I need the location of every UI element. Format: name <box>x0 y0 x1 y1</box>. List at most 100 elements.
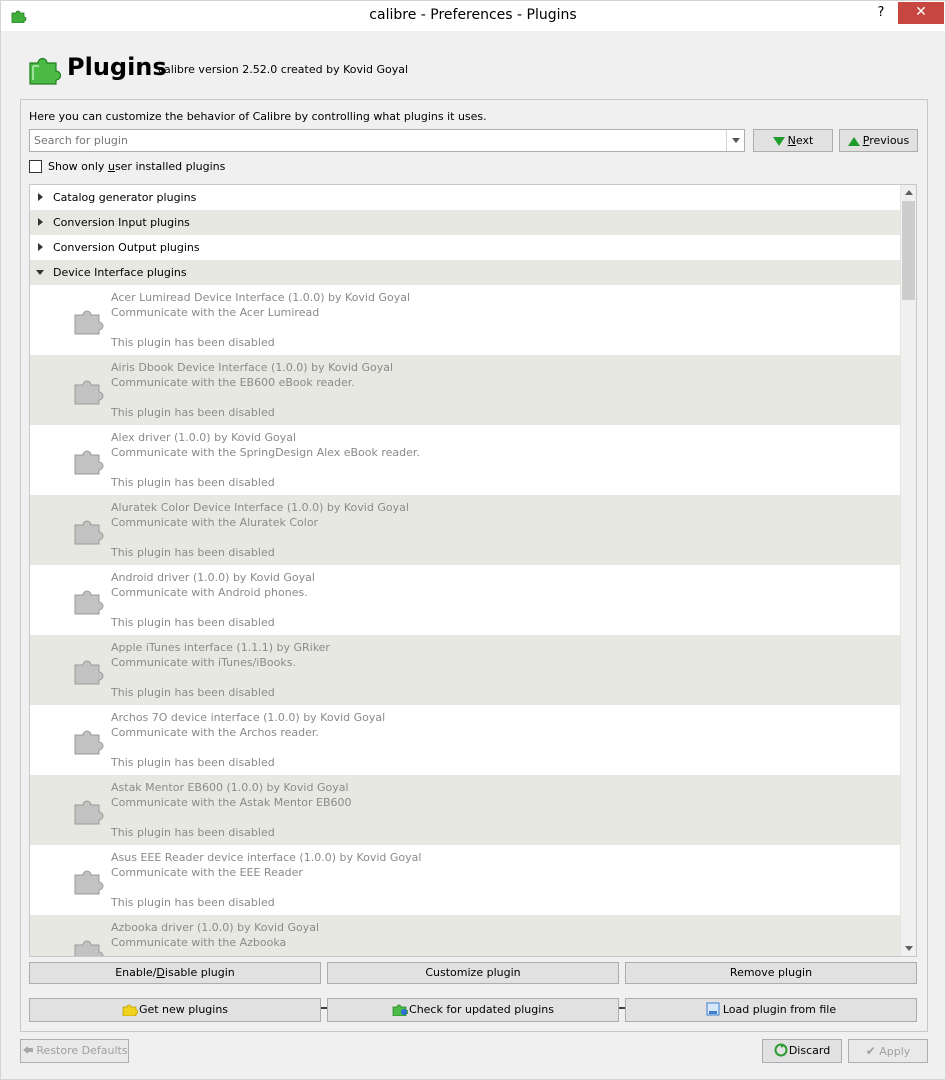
next-label: ext <box>795 134 814 147</box>
plugin-status: This plugin has been disabled <box>111 546 275 559</box>
plugin-description: Communicate with Android phones. <box>111 586 308 599</box>
plugins-panel: Here you can customize the behavior of C… <box>20 99 928 1032</box>
search-dropdown-button[interactable] <box>726 130 744 151</box>
category-conversion-input[interactable]: Conversion Input plugins <box>30 210 902 235</box>
collapse-arrow-icon[interactable] <box>36 270 44 275</box>
plugin-title: Asus EEE Reader device interface (1.0.0)… <box>111 851 422 864</box>
category-label: Conversion Output plugins <box>53 241 200 254</box>
load-file-icon <box>706 1002 720 1016</box>
plugin-title: Astak Mentor EB600 (1.0.0) by Kovid Goya… <box>111 781 349 794</box>
discard-label: Discard <box>788 1044 831 1057</box>
category-label: Device Interface plugins <box>53 266 187 279</box>
window-title: calibre - Preferences - Plugins <box>369 7 577 23</box>
plugin-row[interactable]: Airis Dbook Device Interface (1.0.0) by … <box>30 355 902 425</box>
plugins-tree-list: Catalog generator plugins Conversion Inp… <box>30 185 902 956</box>
restore-arrow-icon <box>23 1046 34 1054</box>
scrollbar-thumb[interactable] <box>902 201 915 300</box>
expand-arrow-icon[interactable] <box>38 218 43 226</box>
category-conversion-output[interactable]: Conversion Output plugins <box>30 235 902 260</box>
filter-label-pre: Show only <box>48 160 108 173</box>
plugin-row[interactable]: Aluratek Color Device Interface (1.0.0) … <box>30 495 902 565</box>
expand-arrow-icon[interactable] <box>38 243 43 251</box>
discard-button[interactable]: Discard <box>762 1039 842 1063</box>
help-button[interactable]: ? <box>867 4 895 24</box>
page-header: Plugins calibre version 2.52.0 created b… <box>28 51 628 87</box>
search-combobox[interactable] <box>29 129 745 152</box>
arrow-down-icon <box>772 136 785 146</box>
customize-plugin-button[interactable]: Customize plugin <box>327 962 619 984</box>
plugin-puzzle-icon <box>74 800 104 825</box>
preferences-window: calibre - Preferences - Plugins ? ✕ Plug… <box>0 0 946 1080</box>
user-installed-checkbox[interactable] <box>29 160 42 173</box>
vertical-scrollbar[interactable] <box>900 185 916 956</box>
plugin-puzzle-icon <box>74 450 104 475</box>
category-label: Catalog generator plugins <box>53 191 197 204</box>
plugin-row[interactable]: Apple iTunes interface (1.1.1) by GRiker… <box>30 635 902 705</box>
plugin-row[interactable]: Astak Mentor EB600 (1.0.0) by Kovid Goya… <box>30 775 902 845</box>
scroll-up-arrow-icon[interactable] <box>901 185 916 200</box>
get-new-plugins-button[interactable]: Get new plugins <box>29 998 321 1022</box>
get-new-label: Get new plugins <box>138 1003 229 1016</box>
plugin-title: Airis Dbook Device Interface (1.0.0) by … <box>111 361 394 374</box>
plugin-status: This plugin has been disabled <box>111 406 275 419</box>
restore-defaults-label: Restore Defaults <box>36 1044 128 1057</box>
customize-label: Customize plugin <box>425 966 521 979</box>
category-label: Conversion Input plugins <box>53 216 190 229</box>
plugin-description: Communicate with the Aluratek Color <box>111 516 319 529</box>
plugin-status: This plugin has been disabled <box>111 896 275 909</box>
plugin-status: This plugin has been disabled <box>111 336 275 349</box>
plugin-row[interactable]: Android driver (1.0.0) by Kovid Goyal Co… <box>30 565 902 635</box>
restore-defaults-button[interactable]: Restore Defaults <box>20 1039 129 1063</box>
plugin-status: This plugin has been disabled <box>111 756 275 769</box>
plugin-description: Communicate with the Archos reader. <box>111 726 319 739</box>
previous-label: revious <box>869 134 910 147</box>
plugin-status: This plugin has been disabled <box>111 686 275 699</box>
plugin-row[interactable]: Asus EEE Reader device interface (1.0.0)… <box>30 845 902 915</box>
check-updates-button[interactable]: Check for updated plugins <box>327 998 619 1022</box>
enable-disable-button[interactable]: Enable/Disable plugin <box>29 962 321 984</box>
plugin-title: Acer Lumiread Device Interface (1.0.0) b… <box>111 291 411 304</box>
apply-button[interactable]: ✔ Apply <box>848 1039 928 1063</box>
plugin-description: Communicate with iTunes/iBooks. <box>111 656 296 669</box>
plugin-description: Communicate with the SpringDesign Alex e… <box>111 446 420 459</box>
plugin-row[interactable]: Alex driver (1.0.0) by Kovid Goyal Commu… <box>30 425 902 495</box>
plugin-title: Android driver (1.0.0) by Kovid Goyal <box>111 571 315 584</box>
content-area: Plugins calibre version 2.52.0 created b… <box>8 31 939 1076</box>
search-input[interactable] <box>30 130 724 151</box>
puzzle-update-icon <box>392 1004 409 1016</box>
plugin-title: Aluratek Color Device Interface (1.0.0) … <box>111 501 409 514</box>
load-from-file-button[interactable]: Load plugin from file <box>625 998 917 1022</box>
close-button[interactable]: ✕ <box>898 2 944 24</box>
plugin-row[interactable]: Archos 7O device interface (1.0.0) by Ko… <box>30 705 902 775</box>
plugin-row[interactable]: Acer Lumiread Device Interface (1.0.0) b… <box>30 285 902 355</box>
version-subtitle: calibre version 2.52.0 created by Kovid … <box>158 63 409 76</box>
enable-disable-label: Enable/Disable plugin <box>115 966 235 979</box>
plugin-title: Archos 7O device interface (1.0.0) by Ko… <box>111 711 386 724</box>
plugins-tree[interactable]: Catalog generator plugins Conversion Inp… <box>29 184 917 957</box>
scroll-down-arrow-icon[interactable] <box>901 941 916 956</box>
title-bar: calibre - Preferences - Plugins ? ✕ <box>1 1 945 31</box>
intro-text: Here you can customize the behavior of C… <box>29 110 487 123</box>
plugin-puzzle-icon <box>74 310 104 335</box>
remove-label: Remove plugin <box>729 966 813 979</box>
category-catalog-generator[interactable]: Catalog generator plugins <box>30 185 902 210</box>
remove-plugin-button[interactable]: Remove plugin <box>625 962 917 984</box>
plugin-puzzle-icon <box>74 730 104 755</box>
expand-arrow-icon[interactable] <box>38 193 43 201</box>
plugin-puzzle-icon <box>74 590 104 615</box>
plugin-status: This plugin has been disabled <box>111 826 275 839</box>
check-updates-label: Check for updated plugins <box>409 1003 554 1016</box>
next-button[interactable]: Next <box>753 129 833 152</box>
previous-button[interactable]: Previous <box>839 129 918 152</box>
plugin-title: Alex driver (1.0.0) by Kovid Goyal <box>111 431 297 444</box>
plugin-row[interactable]: Azbooka driver (1.0.0) by Kovid Goyal Co… <box>30 915 902 956</box>
plugin-description: Communicate with the Astak Mentor EB600 <box>111 796 352 809</box>
recycle-icon <box>774 1043 788 1057</box>
plugin-description: Communicate with the Acer Lumiread <box>111 306 320 319</box>
plugin-title: Azbooka driver (1.0.0) by Kovid Goyal <box>111 921 320 934</box>
filter-label-post: ser installed plugins <box>114 160 226 173</box>
page-title: Plugins <box>67 53 167 81</box>
arrow-up-icon <box>847 136 860 146</box>
plugin-puzzle-icon <box>74 870 104 895</box>
category-device-interface[interactable]: Device Interface plugins <box>30 260 902 285</box>
